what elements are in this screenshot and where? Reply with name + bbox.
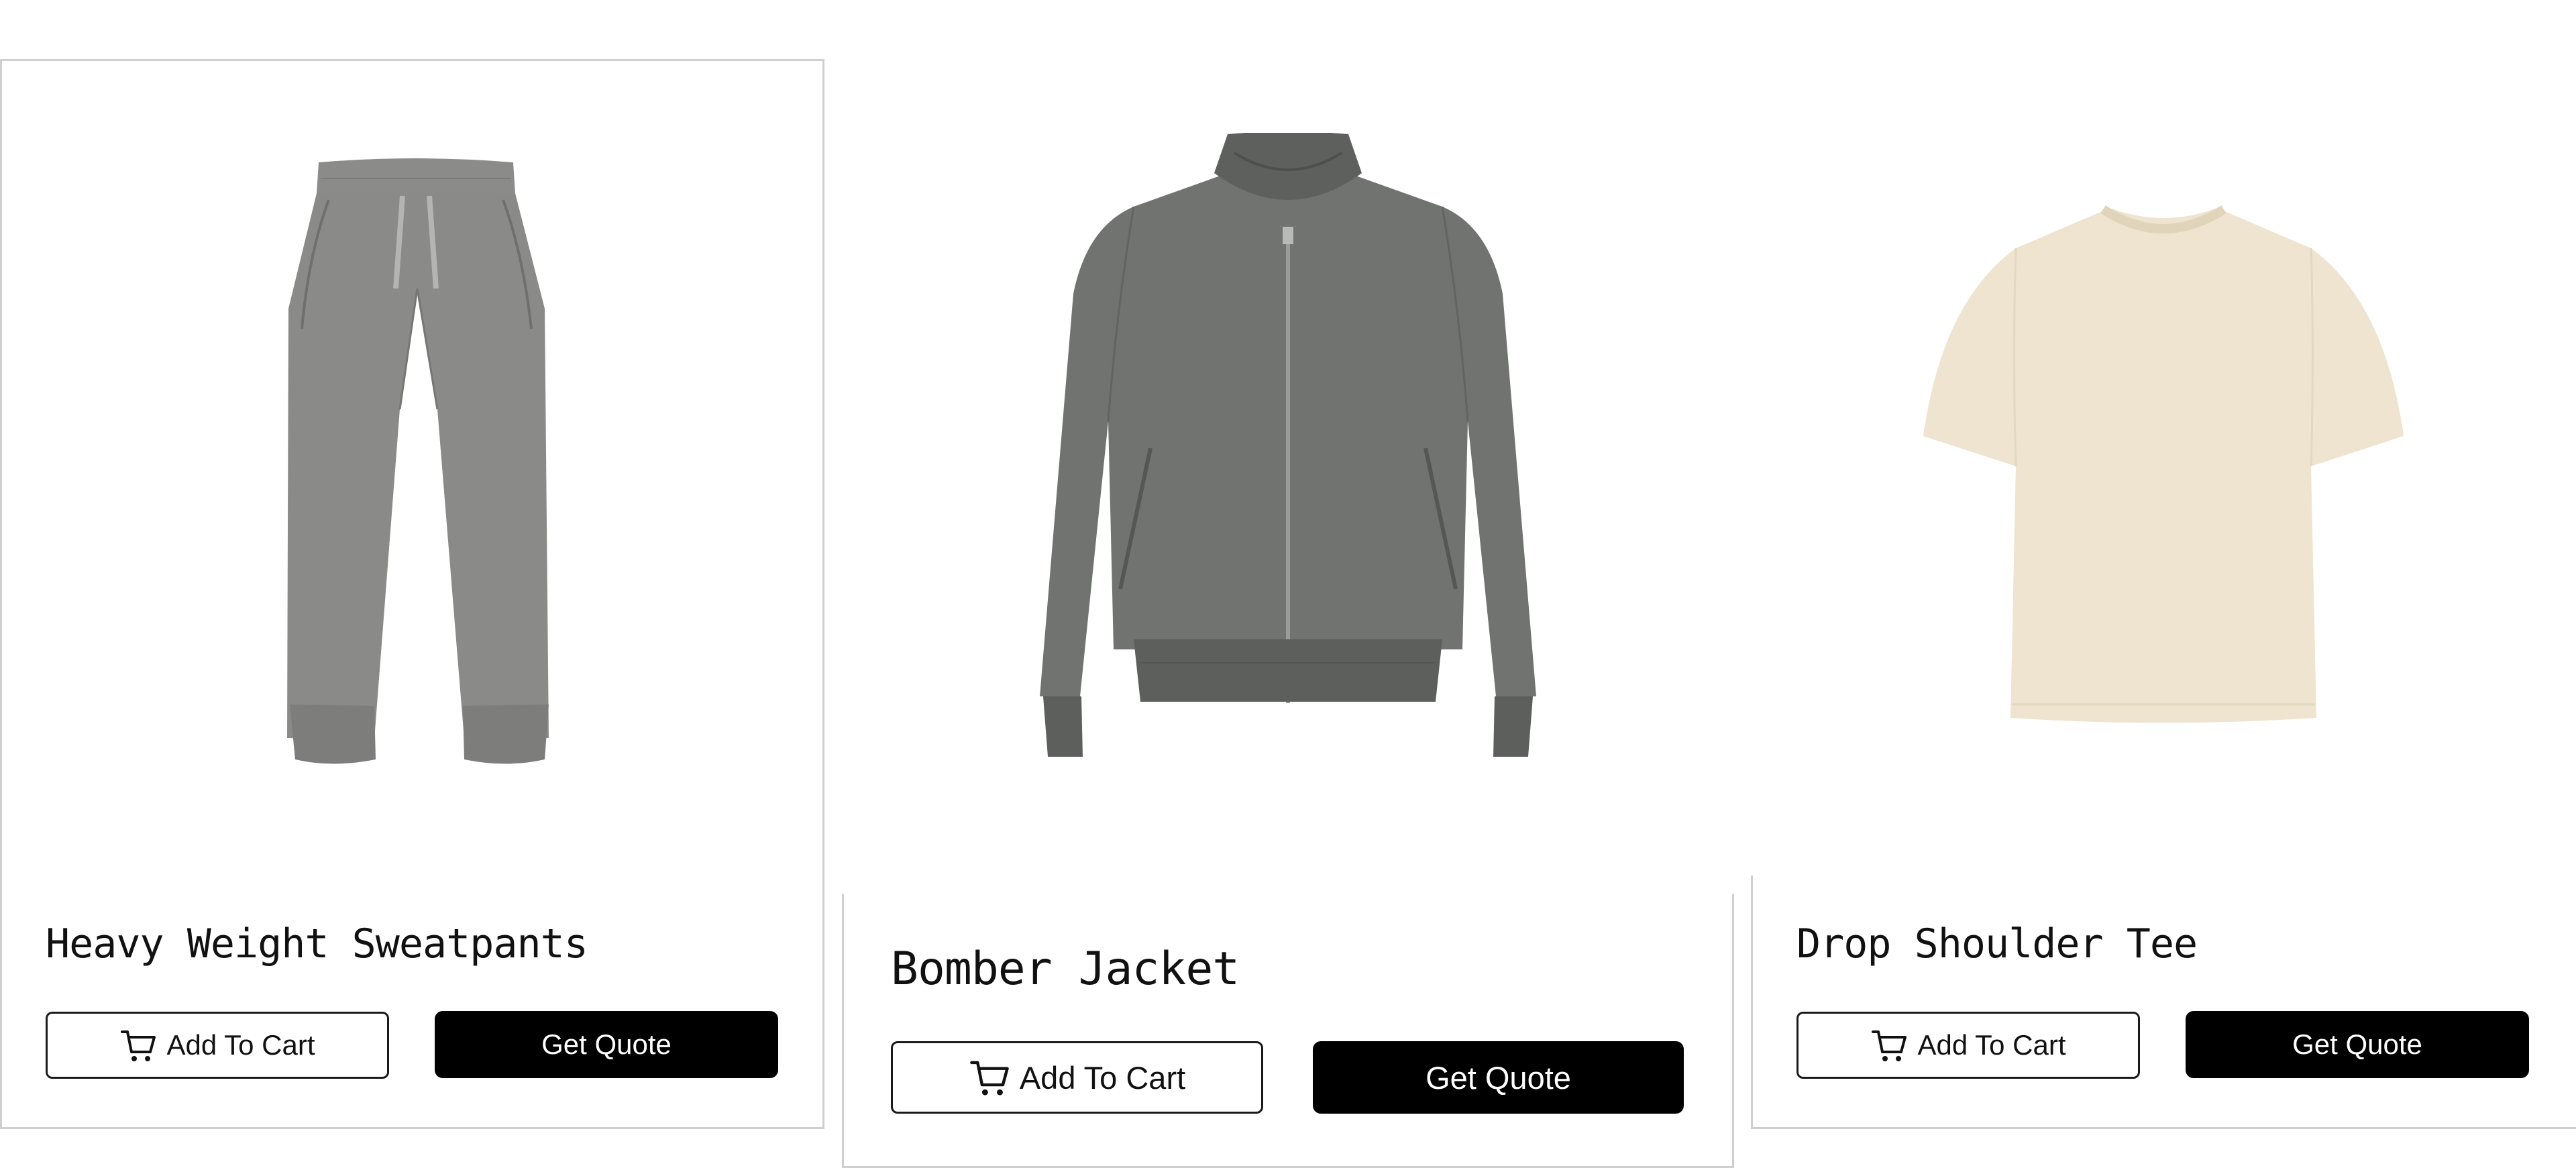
get-quote-label: Get Quote xyxy=(1426,1059,1571,1096)
tshirt-image xyxy=(1922,201,2405,725)
add-to-cart-label: Add To Cart xyxy=(166,1029,315,1061)
sweatpants-image xyxy=(268,154,564,778)
product-card-bomber-jacket xyxy=(842,894,1734,1168)
get-quote-button[interactable]: Get Quote xyxy=(1313,1041,1684,1114)
add-to-cart-label: Add To Cart xyxy=(1917,1029,2066,1061)
get-quote-label: Get Quote xyxy=(2292,1028,2422,1060)
get-quote-button[interactable]: Get Quote xyxy=(2186,1011,2529,1078)
product-card-drop-shoulder-tee xyxy=(1751,875,2576,1129)
add-to-cart-button[interactable]: Add To Cart xyxy=(891,1041,1263,1114)
get-quote-button[interactable]: Get Quote xyxy=(435,1011,778,1078)
cart-icon xyxy=(969,1057,1010,1098)
cart-icon xyxy=(119,1026,157,1064)
add-to-cart-label: Add To Cart xyxy=(1019,1059,1186,1096)
product-title: Drop Shoulder Tee xyxy=(1796,920,2198,967)
add-to-cart-button[interactable]: Add To Cart xyxy=(46,1012,389,1079)
product-title: Bomber Jacket xyxy=(891,943,1240,996)
get-quote-label: Get Quote xyxy=(541,1028,672,1060)
cart-icon xyxy=(1870,1026,1908,1064)
add-to-cart-button[interactable]: Add To Cart xyxy=(1796,1012,2140,1079)
product-title: Heavy Weight Sweatpants xyxy=(46,920,588,967)
bomber-jacket-image xyxy=(1033,133,1543,763)
